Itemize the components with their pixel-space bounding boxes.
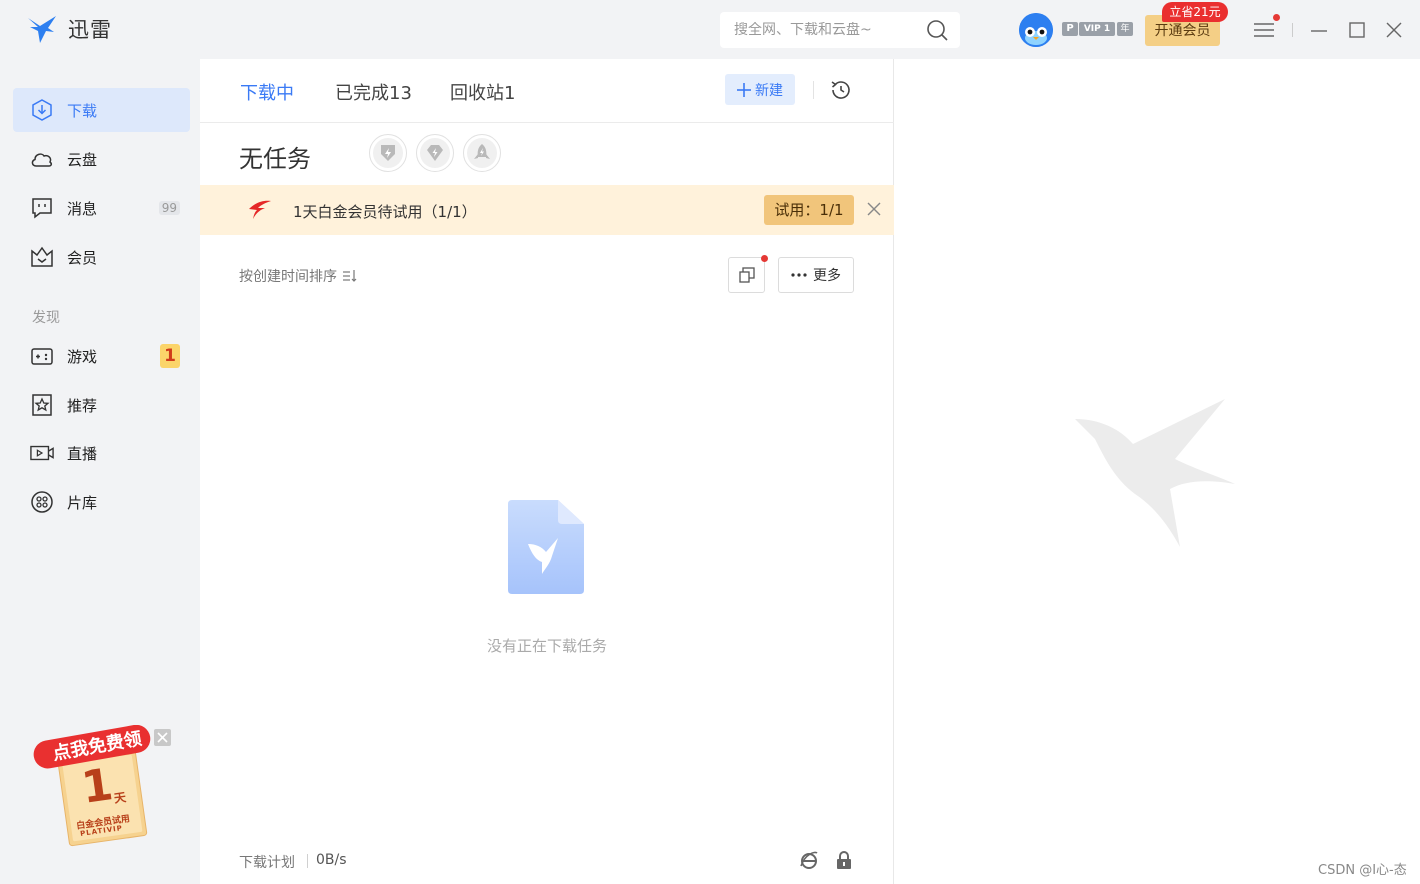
- more-label: 更多: [813, 268, 841, 284]
- more-button[interactable]: 更多: [778, 257, 854, 293]
- speed-readout: 0B/s: [316, 852, 347, 868]
- menu-button[interactable]: [1253, 19, 1275, 41]
- sidebar-item-vip[interactable]: 会员: [13, 235, 190, 279]
- browser-icon: [800, 851, 818, 869]
- crown-icon: [30, 245, 54, 269]
- live-icon: [30, 441, 54, 465]
- thunder-bird-watermark-icon: [1075, 399, 1235, 547]
- maximize-icon: [1349, 22, 1365, 38]
- app-title: 迅雷: [68, 18, 112, 42]
- minimize-button[interactable]: [1308, 19, 1330, 41]
- trial-button[interactable]: 试用：1/1: [764, 195, 854, 225]
- sidebar-item-label: 云盘: [67, 150, 98, 169]
- status-title: 无任务: [239, 145, 311, 173]
- plus-icon: [737, 82, 751, 97]
- message-icon: [30, 196, 54, 220]
- download-icon: [30, 98, 54, 122]
- title-bar: 迅雷 P VIP 1 年 开通会员 立省21元: [0, 0, 1420, 59]
- trial-text: 1天白金会员待试用（1/1）: [293, 203, 477, 221]
- close-button[interactable]: [1383, 19, 1405, 41]
- diamond-icon: [427, 145, 443, 161]
- promo-close-button[interactable]: [154, 729, 171, 746]
- rocket-icon: [474, 144, 490, 159]
- close-icon: [157, 732, 168, 743]
- sidebar: 下载 云盘 消息 99 会员 发现 游戏 1 推荐 直播 片库 点我免费领 1 …: [0, 59, 200, 884]
- bird-avatar-icon: [1019, 13, 1053, 47]
- promo-day-unit: 天: [113, 790, 128, 806]
- download-panel: 下载中 已完成13 回收站1 新建 无任务 1天白金会员待试用（1/1） 试用：…: [200, 59, 894, 884]
- sidebar-item-recommend[interactable]: 推荐: [13, 383, 190, 427]
- hamburger-icon: [1254, 23, 1274, 37]
- search-box[interactable]: [720, 12, 960, 48]
- minimize-icon: [1311, 30, 1327, 32]
- trial-banner[interactable]: 1天白金会员待试用（1/1） 试用：1/1: [200, 185, 894, 235]
- sidebar-item-label: 片库: [67, 493, 98, 512]
- sidebar-item-label: 下载: [67, 101, 98, 120]
- promo-price-tag[interactable]: 立省21元: [1162, 2, 1228, 22]
- more-dots-icon: [791, 273, 807, 277]
- sidebar-item-label: 消息: [67, 199, 98, 218]
- watermark-credit: CSDN @I心-态: [1318, 863, 1407, 878]
- browser-button[interactable]: [799, 850, 819, 870]
- divider: [307, 854, 308, 868]
- notification-dot: [761, 255, 768, 262]
- film-reel-icon: [30, 490, 54, 514]
- empty-state-text: 没有正在下载任务: [486, 637, 607, 655]
- download-plan-button[interactable]: 下载计划: [239, 852, 295, 872]
- divider: [1292, 23, 1293, 37]
- star-icon: [30, 393, 54, 417]
- avatar[interactable]: [1019, 13, 1053, 47]
- copy-icon: [738, 267, 755, 283]
- discover-section-title: 发现: [32, 310, 60, 326]
- detail-panel: CSDN @I心-态: [895, 59, 1420, 884]
- tab-completed[interactable]: 已完成13: [335, 79, 412, 105]
- speedup-button[interactable]: [369, 134, 407, 172]
- search-input[interactable]: [734, 22, 914, 38]
- tab-recycle-bin[interactable]: 回收站1: [450, 79, 515, 105]
- tab-bar: 下载中 已完成13 回收站1 新建: [200, 59, 894, 123]
- new-task-label: 新建: [755, 82, 783, 99]
- close-icon: [867, 202, 881, 216]
- search-icon[interactable]: [926, 19, 948, 41]
- sidebar-item-messages[interactable]: 消息 99: [13, 186, 190, 230]
- sidebar-item-games[interactable]: 游戏 1: [13, 334, 190, 378]
- p-badge: P: [1062, 22, 1078, 36]
- vip-level-badge: VIP 1: [1079, 22, 1115, 36]
- sort-button[interactable]: 按创建时间排序: [239, 266, 357, 286]
- sidebar-item-label: 游戏: [67, 347, 98, 366]
- thunder-bird-icon: [28, 16, 56, 43]
- sort-icon: [343, 270, 357, 282]
- gamepad-icon: [30, 344, 54, 368]
- sidebar-item-cloud[interactable]: 云盘: [13, 137, 190, 181]
- sidebar-item-library[interactable]: 片库: [13, 480, 190, 524]
- diamond-button[interactable]: [416, 134, 454, 172]
- sidebar-item-live[interactable]: 直播: [13, 431, 190, 475]
- sidebar-item-label: 会员: [67, 248, 98, 267]
- app-logo: 迅雷: [26, 14, 112, 44]
- sidebar-item-download[interactable]: 下载: [13, 88, 190, 132]
- empty-file-icon: [508, 500, 584, 594]
- multi-select-button[interactable]: [728, 257, 765, 293]
- lightning-shield-icon: [381, 145, 395, 161]
- close-icon: [1386, 22, 1402, 38]
- sort-label: 按创建时间排序: [239, 269, 337, 285]
- sidebar-item-label: 推荐: [67, 396, 98, 415]
- history-button[interactable]: [829, 78, 853, 102]
- year-badge: 年: [1117, 22, 1133, 36]
- divider: [813, 81, 814, 99]
- maximize-button[interactable]: [1346, 19, 1368, 41]
- trial-close-button[interactable]: [864, 199, 884, 219]
- lock-icon: [837, 851, 851, 869]
- sidebar-item-label: 直播: [67, 444, 98, 463]
- cloud-icon: [30, 147, 54, 171]
- game-badge: 1: [160, 344, 180, 368]
- lock-button[interactable]: [834, 850, 854, 870]
- thunder-bird-icon: [249, 200, 271, 219]
- message-count-badge: 99: [158, 201, 180, 215]
- history-icon: [831, 81, 850, 99]
- notification-dot: [1273, 14, 1280, 21]
- tab-downloading[interactable]: 下载中: [240, 79, 294, 105]
- rocket-button[interactable]: [463, 134, 501, 172]
- new-task-button[interactable]: 新建: [725, 74, 795, 105]
